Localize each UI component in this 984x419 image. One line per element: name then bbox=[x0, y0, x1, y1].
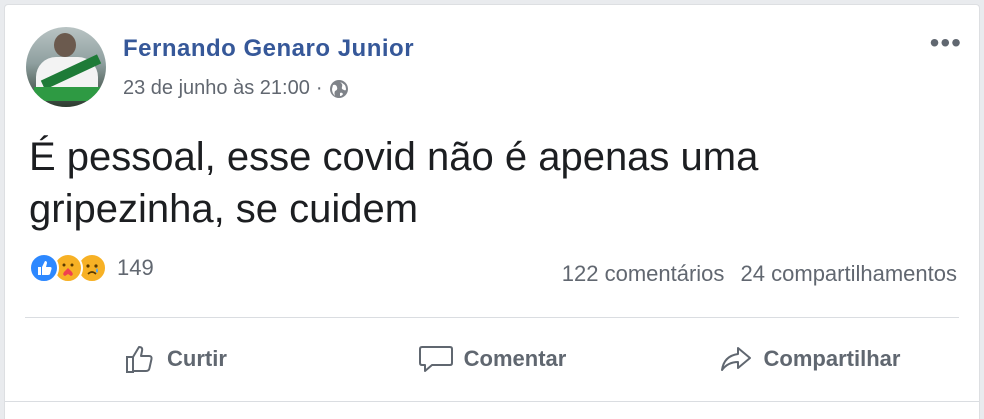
reaction-count[interactable]: 149 bbox=[117, 255, 154, 281]
share-button[interactable]: Compartilhar bbox=[659, 333, 959, 385]
avatar-head bbox=[54, 33, 76, 57]
post-card: Fernando Genaro Junior 23 de junho às 21… bbox=[4, 4, 980, 419]
globe-icon[interactable] bbox=[329, 79, 349, 99]
avatar-banner bbox=[34, 87, 104, 101]
like-label: Curtir bbox=[167, 346, 227, 371]
post-meta: 23 de junho às 21:00 · bbox=[123, 77, 349, 100]
comment-bubble-icon bbox=[418, 346, 453, 372]
post-text-line: É pessoal, esse covid não é apenas uma bbox=[29, 135, 759, 179]
post-text-line: gripezinha, se cuidem bbox=[29, 187, 419, 231]
avatar[interactable] bbox=[26, 27, 106, 107]
reactions-summary[interactable]: 149 bbox=[29, 253, 154, 283]
comment-button[interactable]: Comentar bbox=[342, 333, 642, 385]
author-name[interactable]: Fernando Genaro Junior bbox=[123, 35, 414, 63]
more-options-icon[interactable]: ••• bbox=[930, 29, 962, 57]
post-text: É pessoal, esse covid não é apenas uma g… bbox=[29, 131, 929, 235]
comment-label: Comentar bbox=[463, 346, 567, 371]
post-stats: 122 comentários 24 compartilhamentos bbox=[552, 261, 957, 287]
comment-count[interactable]: 122 comentários bbox=[562, 261, 725, 286]
like-reaction-icon bbox=[29, 253, 59, 283]
thumbs-up-icon bbox=[126, 346, 153, 373]
share-arrow-icon bbox=[720, 347, 751, 371]
post-actions: Curtir Comentar Compartilhar bbox=[25, 333, 959, 385]
share-count[interactable]: 24 compartilhamentos bbox=[741, 261, 957, 286]
meta-separator: · bbox=[315, 77, 323, 99]
share-label: Compartilhar bbox=[763, 346, 901, 371]
post-timestamp[interactable]: 23 de junho às 21:00 bbox=[123, 77, 310, 100]
divider bbox=[25, 317, 959, 318]
divider bbox=[5, 401, 979, 402]
like-button[interactable]: Curtir bbox=[25, 333, 325, 385]
